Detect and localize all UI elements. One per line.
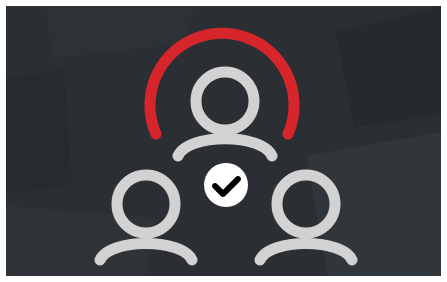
check-badge — [204, 163, 248, 207]
team-verified-illustration — [6, 6, 441, 276]
illustration-frame — [6, 6, 441, 276]
bg-panel-bottom-right — [306, 132, 441, 276]
badge-circle — [204, 163, 248, 207]
bg-panel-left — [6, 70, 72, 194]
